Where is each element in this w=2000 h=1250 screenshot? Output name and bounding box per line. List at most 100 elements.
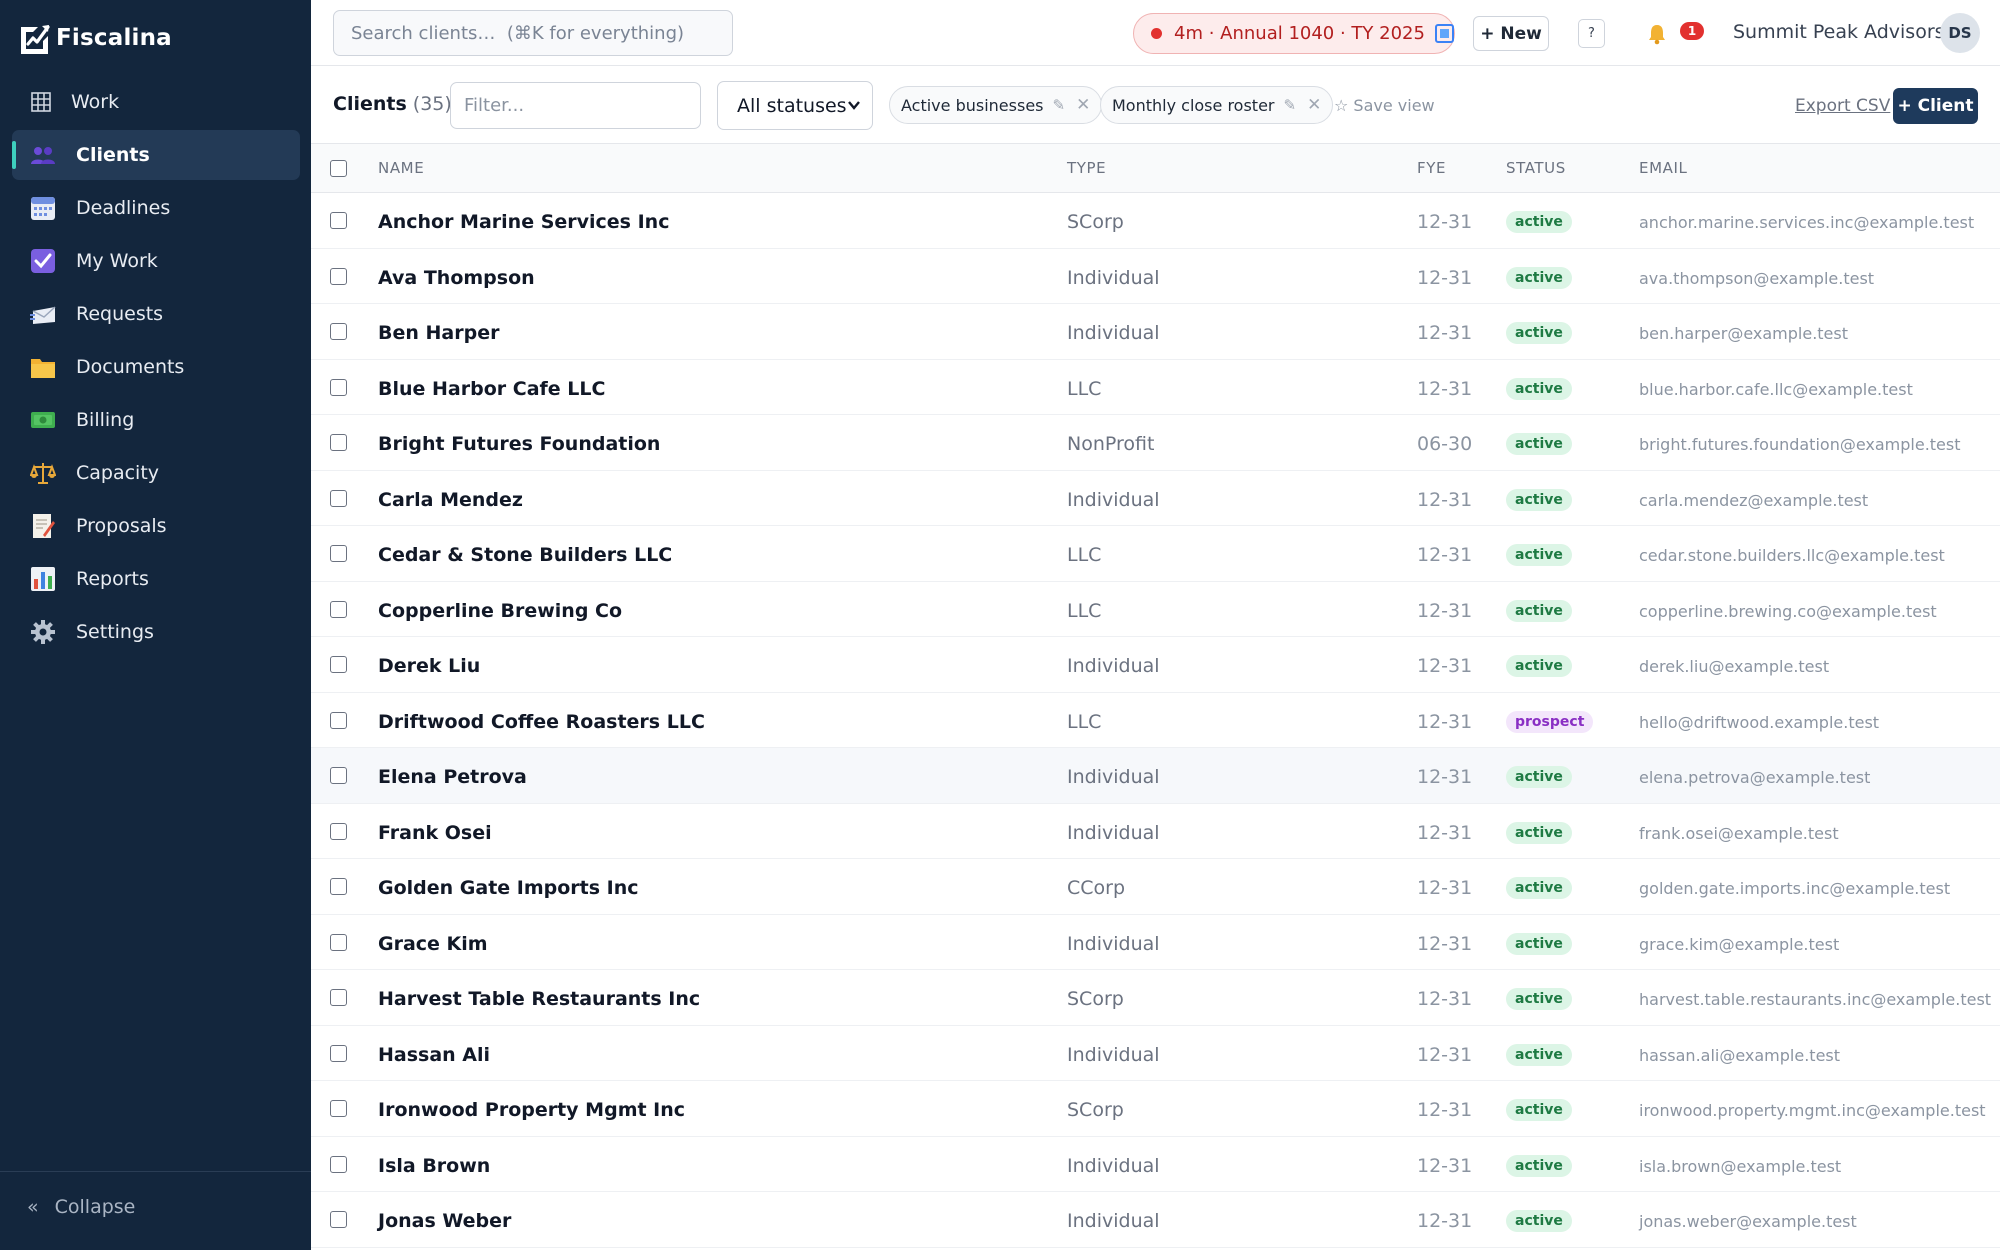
row-checkbox[interactable] xyxy=(330,878,347,895)
client-name[interactable]: Blue Harbor Cafe LLC xyxy=(378,378,605,400)
client-name[interactable]: Ironwood Property Mgmt Inc xyxy=(378,1099,685,1121)
client-name[interactable]: Frank Osei xyxy=(378,822,492,844)
row-checkbox[interactable] xyxy=(330,1211,347,1228)
client-name[interactable]: Ben Harper xyxy=(378,322,499,344)
row-checkbox[interactable] xyxy=(330,1155,347,1173)
filter-input[interactable] xyxy=(450,82,701,129)
table-row[interactable]: Bright Futures Foundation NonProfit 06-30 a… xyxy=(311,415,2000,471)
sidebar-item-documents[interactable]: Documents xyxy=(12,342,300,392)
table-row[interactable]: Ava Thompson Individual 12-31 active ava.tho… xyxy=(311,249,2000,304)
select-all-checkbox[interactable] xyxy=(330,160,347,177)
org-name[interactable]: Summit Peak Advisors xyxy=(1733,21,1945,43)
client-name[interactable]: Derek Liu xyxy=(378,655,480,677)
row-checkbox[interactable] xyxy=(330,1100,347,1117)
sidebar-item-my-work[interactable]: My Work xyxy=(12,236,300,286)
table-row[interactable]: Elena Petrova Individual 12-31 active elena.… xyxy=(311,748,2000,804)
status-select[interactable]: All statuses xyxy=(717,81,873,130)
table-row[interactable]: Driftwood Coffee Roasters LLC LLC 12-31 pro… xyxy=(311,693,2000,748)
header-name[interactable]: NAME xyxy=(378,159,424,177)
client-name[interactable]: Bright Futures Foundation xyxy=(378,433,660,455)
client-name[interactable]: Jonas Weber xyxy=(378,1210,511,1232)
header-email[interactable]: EMAIL xyxy=(1639,159,1687,177)
save-view-button[interactable]: ☆ Save view xyxy=(1334,96,1435,115)
new-button[interactable]: + New xyxy=(1473,16,1549,51)
table-row[interactable]: Carla Mendez Individual 12-31 active carla.m… xyxy=(311,471,2000,526)
sidebar-item-capacity[interactable]: Capacity xyxy=(12,448,300,498)
table-row[interactable]: Hassan Ali Individual 12-31 active hassan.al… xyxy=(311,1026,2000,1081)
row-checkbox[interactable] xyxy=(330,989,347,1006)
sidebar-item-billing[interactable]: Billing xyxy=(12,395,300,445)
client-name[interactable]: Golden Gate Imports Inc xyxy=(378,877,639,899)
client-name[interactable]: Ava Thompson xyxy=(378,267,535,289)
export-csv-link[interactable]: Export CSV xyxy=(1795,96,1890,116)
client-name[interactable]: Grace Kim xyxy=(378,933,488,955)
row-checkbox[interactable] xyxy=(330,600,347,618)
client-name[interactable]: Anchor Marine Services Inc xyxy=(378,211,669,233)
row-checkbox[interactable] xyxy=(330,711,347,729)
sidebar-item-requests[interactable]: Requests xyxy=(12,289,300,339)
client-fye: 12-31 xyxy=(1417,544,1473,566)
pencil-icon[interactable]: ✎ xyxy=(1284,96,1297,114)
table-row[interactable]: Derek Liu Individual 12-31 active derek.liu@… xyxy=(311,637,2000,693)
brand[interactable]: Fiscalina xyxy=(14,18,172,58)
client-name[interactable]: Copperline Brewing Co xyxy=(378,600,622,622)
avatar[interactable]: DS xyxy=(1940,13,1980,53)
table-row[interactable]: Golden Gate Imports Inc CCorp 12-31 active g… xyxy=(311,859,2000,915)
table-row[interactable]: Ben Harper Individual 12-31 active ben.harpe… xyxy=(311,304,2000,360)
client-name[interactable]: Carla Mendez xyxy=(378,489,523,511)
row-checkbox[interactable] xyxy=(330,656,347,673)
table-row[interactable]: Frank Osei Individual 12-31 active frank.ose… xyxy=(311,804,2000,859)
stop-timer-icon[interactable] xyxy=(1434,24,1454,43)
row-checkbox[interactable] xyxy=(330,489,347,507)
client-name[interactable]: Driftwood Coffee Roasters LLC xyxy=(378,711,705,733)
table-row[interactable]: Ironwood Property Mgmt Inc SCorp 12-31 acti… xyxy=(311,1081,2000,1137)
active-timer[interactable]: 4m · Annual 1040 · TY 2025 xyxy=(1133,13,1455,54)
table-row[interactable]: Grace Kim Individual 12-31 active grace.kim@… xyxy=(311,915,2000,970)
client-name[interactable]: Hassan Ali xyxy=(378,1044,490,1066)
row-checkbox[interactable] xyxy=(330,767,347,784)
add-client-button[interactable]: + Client xyxy=(1893,88,1978,124)
table-row[interactable]: Anchor Marine Services Inc SCorp 12-31 acti… xyxy=(311,193,2000,249)
client-type: LLC xyxy=(1067,544,1102,566)
row-checkbox[interactable] xyxy=(330,434,347,451)
saved-view-chip-active-businesses[interactable]: Active businesses ✎ ✕ xyxy=(889,86,1103,124)
collapse-button[interactable]: « Collapse xyxy=(27,1196,135,1218)
row-checkbox[interactable] xyxy=(330,267,347,285)
header-type[interactable]: TYPE xyxy=(1067,159,1106,177)
table-row[interactable]: Harvest Table Restaurants Inc SCorp 12-31 a… xyxy=(311,970,2000,1026)
sidebar-item-reports[interactable]: Reports xyxy=(12,554,300,604)
table-row[interactable]: Copperline Brewing Co LLC 12-31 active coppe… xyxy=(311,582,2000,637)
row-checkbox[interactable] xyxy=(330,378,347,396)
client-name[interactable]: Isla Brown xyxy=(378,1155,490,1177)
search-input[interactable] xyxy=(333,10,733,56)
row-checkbox[interactable] xyxy=(330,545,347,562)
client-name[interactable]: Harvest Table Restaurants Inc xyxy=(378,988,700,1010)
bell-icon[interactable] xyxy=(1647,23,1667,45)
row-checkbox[interactable] xyxy=(330,212,347,229)
sidebar-item-label: Documents xyxy=(76,356,185,378)
header-fye[interactable]: FYE xyxy=(1417,159,1446,177)
row-checkbox[interactable] xyxy=(330,822,347,840)
row-checkbox[interactable] xyxy=(330,323,347,340)
table-row[interactable]: Jonas Weber Individual 12-31 active jonas.we… xyxy=(311,1192,2000,1248)
table-row[interactable]: Isla Brown Individual 12-31 active isla.brow… xyxy=(311,1137,2000,1192)
pencil-icon[interactable]: ✎ xyxy=(1053,96,1066,114)
status-cell: active xyxy=(1506,320,1572,344)
saved-view-chip-monthly-close-roster[interactable]: Monthly close roster ✎ ✕ xyxy=(1100,86,1334,124)
table-row[interactable]: Blue Harbor Cafe LLC LLC 12-31 active blue.h… xyxy=(311,360,2000,415)
close-icon[interactable]: ✕ xyxy=(1307,95,1321,115)
client-name[interactable]: Cedar & Stone Builders LLC xyxy=(378,544,672,566)
sidebar-item-settings[interactable]: Settings xyxy=(12,607,300,657)
header-status[interactable]: STATUS xyxy=(1506,159,1566,177)
client-name[interactable]: Elena Petrova xyxy=(378,766,527,788)
status-cell: active xyxy=(1506,931,1572,955)
row-checkbox[interactable] xyxy=(330,1044,347,1062)
close-icon[interactable]: ✕ xyxy=(1076,95,1090,115)
help-button[interactable]: ? xyxy=(1578,19,1605,48)
row-checkbox[interactable] xyxy=(330,933,347,951)
sidebar-item-clients[interactable]: Clients xyxy=(12,130,300,180)
sidebar-item-work[interactable]: Work xyxy=(12,77,300,127)
table-row[interactable]: Cedar & Stone Builders LLC LLC 12-31 active… xyxy=(311,526,2000,582)
sidebar-item-proposals[interactable]: Proposals xyxy=(12,501,300,551)
sidebar-item-deadlines[interactable]: Deadlines xyxy=(12,183,300,233)
